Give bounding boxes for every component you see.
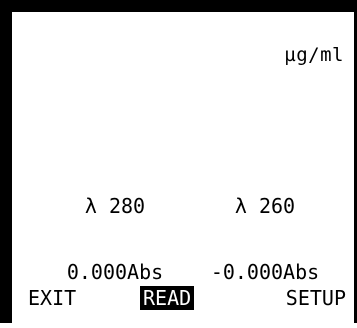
wavelength-280-label: λ 280 — [84, 194, 146, 218]
absorbance-260-value: -0.000Abs — [210, 260, 320, 284]
absorbance-280-value: 0.000Abs — [66, 260, 164, 284]
display-bezel: µg/ml λ 280 0.000Abs λ 260 -0.000Abs EXI… — [0, 0, 357, 323]
lcd-screen: µg/ml λ 280 0.000Abs λ 260 -0.000Abs EXI… — [12, 12, 354, 323]
wavelength-260-label: λ 260 — [234, 194, 296, 218]
setup-softkey[interactable]: SETUP — [284, 286, 348, 310]
units-label: µg/ml — [284, 44, 344, 66]
read-softkey[interactable]: READ — [140, 286, 195, 310]
exit-softkey[interactable]: EXIT — [26, 286, 78, 310]
